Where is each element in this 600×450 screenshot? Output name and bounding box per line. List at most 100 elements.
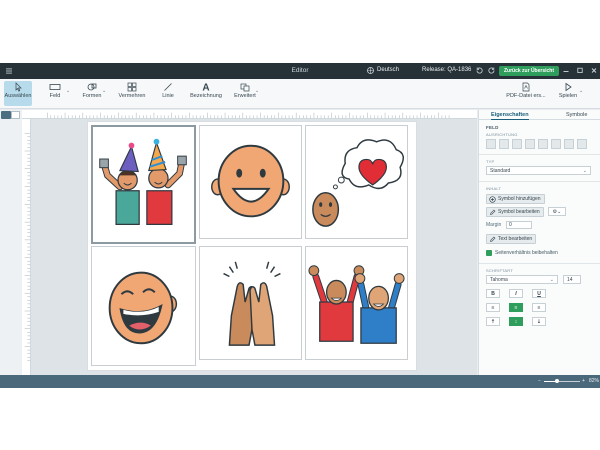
align-middle-button[interactable] [538, 139, 548, 149]
chevron-down-icon[interactable]: ⌄ [579, 88, 583, 94]
font-heading: SCHRIFTART [486, 268, 513, 273]
tool-select-label: Auswählen [4, 93, 32, 99]
edit-icon [490, 236, 496, 242]
type-select[interactable]: Standard ⌄ [486, 166, 591, 175]
play-icon [565, 82, 572, 92]
zoom-out-icon[interactable]: − [538, 378, 541, 384]
text-align-right-button[interactable]: ≡ [532, 303, 546, 312]
back-to-overview-button[interactable]: Zurück zur Übersicht [499, 66, 560, 76]
align-left-button[interactable] [486, 139, 496, 149]
line-icon [164, 83, 172, 91]
symbol-party-cell[interactable] [91, 125, 196, 244]
keep-ratio-checkbox[interactable] [486, 250, 492, 256]
symbol-options-dropdown[interactable]: ⚙⌄ [548, 207, 566, 216]
add-symbol-button[interactable]: Symbol hinzufügen [486, 194, 545, 204]
create-pdf-button[interactable]: PDF-Datei ers... [505, 81, 547, 106]
cheering-symbol-image [308, 265, 405, 344]
vertical-ruler [22, 119, 31, 375]
zoom-in-icon[interactable]: + [582, 378, 585, 384]
canvas-area[interactable] [31, 119, 477, 375]
tool-multiply[interactable]: Vermehren [117, 81, 147, 106]
globe-icon[interactable] [366, 66, 375, 75]
font-size-select[interactable]: 14 [563, 275, 581, 284]
tool-field[interactable]: Feld ⌄ [44, 81, 70, 106]
divider [479, 181, 600, 182]
bold-button[interactable]: B [486, 289, 500, 298]
align-bottom-button[interactable] [551, 139, 561, 149]
tool-label[interactable]: A Bezeichnung [189, 81, 223, 106]
chevron-down-icon[interactable]: ⌄ [66, 88, 70, 94]
zoom-slider-thumb[interactable] [554, 379, 559, 383]
font-family-select[interactable]: Tahoma ⌄ [486, 275, 558, 284]
text-valign-bottom-button[interactable]: ⇣ [532, 317, 546, 326]
advanced-icon [240, 83, 250, 92]
align-center-button[interactable] [499, 139, 509, 149]
redo-icon[interactable] [487, 66, 496, 75]
margin-input[interactable]: 0 [506, 221, 532, 229]
properties-panel: Eigenschaften Symbole FELD AUSRICHTUNG T… [478, 110, 600, 375]
symbol-love-thought-cell[interactable] [305, 125, 408, 239]
tab-symbols[interactable]: Symbole [566, 112, 587, 118]
tool-field-label: Feld [49, 93, 61, 99]
tool-shapes[interactable]: Formen ⌄ [80, 81, 106, 106]
tool-multiply-label: Vermehren [118, 93, 146, 99]
chevron-down-icon: ⌄ [582, 168, 587, 174]
tool-select[interactable]: Auswählen [4, 81, 32, 106]
distribute-horizontal-button[interactable] [564, 139, 574, 149]
board-page[interactable] [87, 121, 417, 371]
high-five-symbol-image [223, 261, 281, 346]
page-tab-active[interactable] [1, 111, 11, 119]
shapes-icon [87, 83, 97, 91]
page-tabs [0, 110, 22, 375]
symbol-cheering-cell[interactable] [305, 246, 408, 360]
divider [479, 263, 600, 264]
align-top-button[interactable] [525, 139, 535, 149]
grid-multiply-icon [127, 82, 137, 92]
tool-shapes-label: Formen [82, 93, 102, 99]
edit-text-label: Text bearbeiten [498, 236, 533, 242]
play-button[interactable]: Spielen ⌄ [557, 81, 583, 106]
chevron-down-icon[interactable]: ⌄ [255, 88, 259, 94]
font-family-value: Tahoma [490, 277, 508, 283]
zoom-percentage: 82% [589, 378, 600, 384]
tab-properties[interactable]: Eigenschaften [491, 112, 529, 120]
edit-symbol-label: Symbol bearbeiten [498, 209, 540, 215]
editor-window: Editor Deutsch Release: QA-1836 Zurück z… [0, 63, 600, 388]
create-pdf-label: PDF-Datei ers... [506, 93, 546, 99]
underline-button[interactable]: U [532, 289, 546, 298]
edit-symbol-button[interactable]: Symbol bearbeiten [486, 207, 544, 217]
symbol-laughing-cell[interactable] [91, 246, 196, 366]
tool-line[interactable]: Linie [158, 81, 178, 106]
language-selector[interactable]: Deutsch [377, 67, 399, 73]
distribute-vertical-button[interactable] [577, 139, 587, 149]
release-label: Release: QA-1836 [422, 67, 472, 73]
symbol-happy-face-cell[interactable] [199, 125, 302, 239]
italic-button[interactable]: I [509, 289, 523, 298]
chevron-down-icon[interactable]: ⌄ [102, 88, 106, 94]
tool-label-label: Bezeichnung [190, 93, 222, 99]
text-valign-top-button[interactable]: ⇡ [486, 317, 500, 326]
align-right-button[interactable] [512, 139, 522, 149]
close-icon[interactable] [590, 66, 598, 75]
status-bar: − + 82% [0, 375, 600, 388]
zoom-slider[interactable] [544, 379, 580, 383]
happy-face-symbol-image [211, 144, 290, 218]
minimize-icon[interactable] [562, 66, 570, 75]
page-tab[interactable] [11, 111, 20, 119]
keep-ratio-label: Seitenverhältnis beibehalten [495, 250, 558, 256]
main-toolbar: Auswählen Feld ⌄ Formen ⌄ Vermehren Lini… [0, 79, 600, 109]
horizontal-ruler [22, 110, 477, 119]
svg-text:A: A [202, 83, 209, 93]
edit-text-button[interactable]: Text bearbeiten [486, 234, 537, 244]
tool-advanced[interactable]: Erweitert ⌄ [233, 81, 259, 106]
text-valign-middle-button[interactable]: ↕ [509, 317, 523, 326]
pdf-icon [522, 82, 530, 92]
symbol-high-five-cell[interactable] [199, 246, 302, 360]
maximize-icon[interactable] [576, 66, 584, 75]
text-align-left-button[interactable]: ≡ [486, 303, 500, 312]
undo-icon[interactable] [475, 66, 484, 75]
tool-advanced-label: Erweitert [234, 93, 256, 99]
text-label-icon: A [202, 83, 209, 93]
text-align-center-button[interactable]: ≡ [509, 303, 523, 312]
chevron-down-icon: ⌄ [549, 277, 554, 283]
